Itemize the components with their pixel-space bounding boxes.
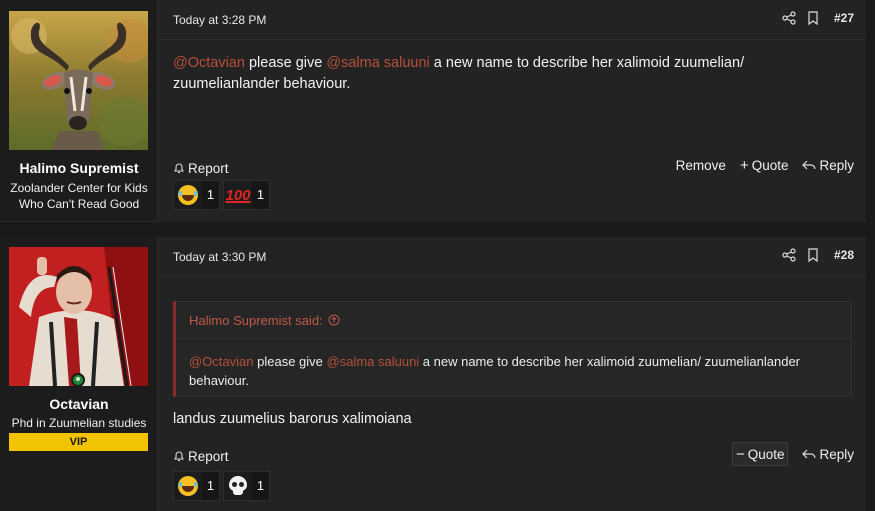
mention-link[interactable]: @Octavian	[189, 354, 254, 369]
username[interactable]: Octavian	[0, 396, 158, 412]
reply-button[interactable]: Reply	[802, 154, 854, 176]
post-meta: Today at 3:30 PM #28	[159, 237, 866, 277]
reply-icon	[802, 160, 817, 170]
quote-header[interactable]: Halimo Supremist said:	[176, 302, 851, 339]
report-button[interactable]: Report	[173, 445, 229, 467]
post-meta: Today at 3:28 PM #27	[159, 0, 866, 40]
post-28: Octavian Phd in Zuumelian studies VIP To…	[0, 237, 866, 511]
report-label: Report	[188, 160, 229, 176]
quote-block: Halimo Supremist said: @Octavian please …	[173, 301, 852, 397]
avatar[interactable]	[9, 11, 148, 150]
reply-icon	[802, 449, 817, 459]
quote-label: Quote	[747, 446, 785, 462]
reaction-count: 1	[202, 181, 219, 209]
quote-text: please give	[253, 354, 327, 369]
post-main: Today at 3:28 PM #27 @Octavian please gi…	[159, 0, 866, 222]
reaction-skull[interactable]: 1	[223, 471, 270, 501]
bookmark-icon[interactable]	[806, 248, 820, 262]
share-icon[interactable]	[782, 248, 796, 262]
reaction-laugh[interactable]: 1	[173, 180, 220, 210]
quote-label: Quote	[751, 157, 789, 173]
post-timestamp[interactable]: Today at 3:30 PM	[173, 250, 266, 264]
quote-author: Halimo Supremist said:	[189, 313, 323, 328]
arrow-up-circle-icon[interactable]	[328, 314, 340, 326]
reaction-laugh[interactable]: 1	[173, 471, 220, 501]
reactions-bar: 1 100 1	[173, 180, 270, 210]
user-panel: Octavian Phd in Zuumelian studies VIP	[0, 237, 158, 511]
bell-icon	[173, 163, 185, 174]
mention-link[interactable]: @salma saluuni	[326, 55, 429, 71]
post-timestamp[interactable]: Today at 3:28 PM	[173, 13, 266, 27]
reaction-count: 1	[252, 472, 269, 500]
reply-label: Reply	[819, 157, 854, 173]
post-number[interactable]: #28	[834, 248, 854, 262]
post-number[interactable]: #27	[834, 11, 854, 25]
reaction-count: 1	[202, 472, 219, 500]
post-actions: Report Remove + Quote Reply	[173, 154, 854, 176]
username[interactable]: Halimo Supremist	[0, 160, 158, 176]
reaction-hundred[interactable]: 100 1	[223, 180, 270, 210]
avatar[interactable]	[9, 247, 148, 386]
mention-link[interactable]: @Octavian	[173, 55, 245, 71]
reactions-bar: 1 1	[173, 471, 270, 501]
reply-label: Reply	[819, 446, 854, 462]
remove-button[interactable]: Remove	[676, 154, 726, 176]
remove-label: Remove	[675, 157, 726, 173]
reaction-count: 1	[252, 181, 269, 209]
skull-icon	[229, 476, 247, 496]
reply-button[interactable]: Reply	[802, 443, 854, 465]
bookmark-icon[interactable]	[806, 11, 820, 25]
body-text: landus zuumelius barorus xalimoiana	[173, 411, 412, 427]
user-panel: Halimo Supremist Zoolander Center for Ki…	[0, 0, 158, 222]
report-label: Report	[188, 448, 229, 464]
body-text: please give	[244, 55, 327, 71]
plus-icon: +	[739, 156, 749, 174]
laughing-tears-icon	[178, 476, 198, 496]
minus-icon: −	[735, 445, 745, 463]
report-button[interactable]: Report	[173, 157, 229, 179]
laughing-tears-icon	[178, 185, 198, 205]
share-icon[interactable]	[782, 11, 796, 25]
vip-badge: VIP	[9, 433, 148, 451]
mention-link[interactable]: @salma saluuni	[327, 354, 420, 369]
post-main: Today at 3:30 PM #28 Halimo Supremist sa…	[159, 237, 866, 511]
hundred-points-icon: 100	[225, 186, 251, 204]
quote-button[interactable]: − Quote	[731, 442, 789, 466]
post-body: @Octavian please give @salma saluuni a n…	[173, 53, 852, 95]
bell-icon	[173, 451, 185, 462]
quote-body: @Octavian please give @salma saluuni a n…	[189, 352, 841, 390]
post-actions: Report − Quote Reply	[173, 442, 854, 467]
post-27: Halimo Supremist Zoolander Center for Ki…	[0, 0, 866, 222]
user-title: Zoolander Center for Kids Who Can't Read…	[10, 181, 148, 211]
post-body: landus zuumelius barorus xalimoiana	[173, 409, 852, 430]
quote-button[interactable]: + Quote	[740, 154, 789, 176]
online-status-icon	[71, 373, 85, 387]
user-title: Phd in Zuumelian studies	[11, 416, 147, 430]
